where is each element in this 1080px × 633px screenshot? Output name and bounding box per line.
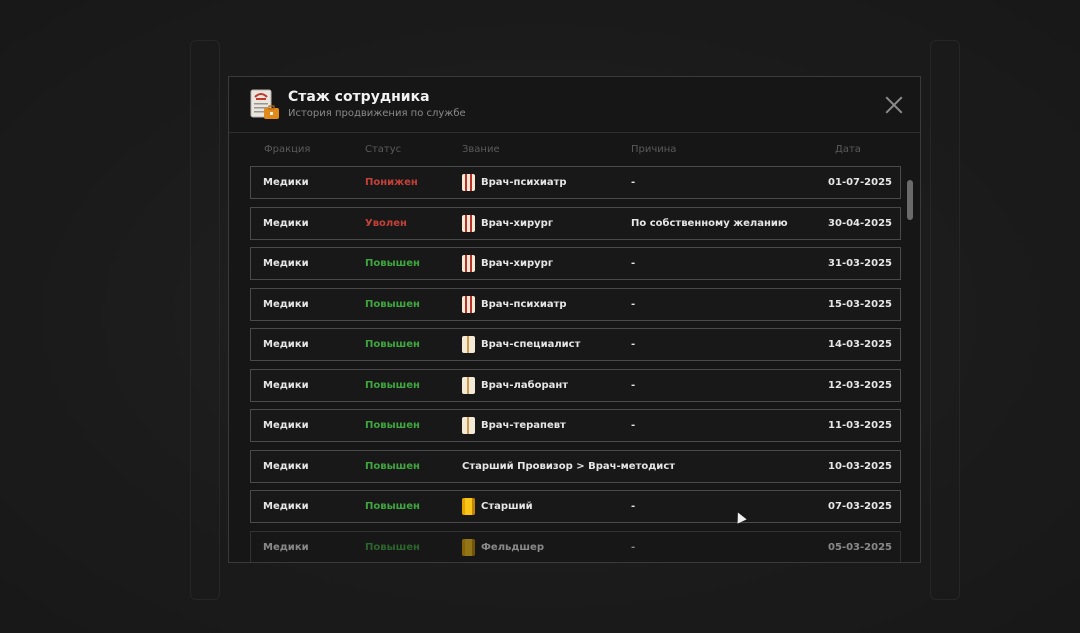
row-rank: Врач-психиатр: [462, 295, 567, 313]
row-date: 15-03-2025: [828, 298, 892, 310]
column-header-faction: Фракция: [264, 144, 311, 155]
row-reason: -: [631, 501, 636, 512]
table-row[interactable]: Медики Понижен Врач-психиатр - 01-07-202…: [250, 166, 901, 199]
row-date: 10-03-2025: [828, 460, 892, 472]
row-faction: Медики: [263, 217, 309, 229]
row-rank-label: Врач-хирург: [481, 258, 554, 269]
row-status: Повышен: [365, 339, 420, 350]
row-faction: Медики: [263, 501, 309, 512]
close-icon[interactable]: [884, 95, 904, 115]
plain-coat-icon: [462, 417, 475, 434]
row-date: 30-04-2025: [828, 217, 892, 229]
row-reason: -: [631, 339, 636, 350]
table-row[interactable]: Медики Повышен Врач-специалист - 14-03-2…: [250, 328, 901, 361]
row-reason: -: [631, 420, 636, 431]
row-rank-label: Врач-терапевт: [481, 420, 566, 431]
row-rank: Фельдшер: [462, 538, 544, 556]
row-status: Повышен: [365, 298, 420, 310]
row-faction: Медики: [263, 339, 309, 350]
column-header-status: Статус: [365, 144, 402, 155]
table-row[interactable]: Медики Повышен Фельдшер - 05-03-2025: [250, 530, 901, 562]
table-row[interactable]: Медики Повышен Старший Провизор > Врач-м…: [250, 449, 901, 483]
striped-coat-icon: [462, 255, 475, 272]
row-rank: Врач-хирург: [462, 214, 554, 232]
table-row[interactable]: Медики Повышен Врач-хирург - 31-03-2025: [250, 247, 901, 280]
row-rank-label: Фельдшер: [481, 541, 544, 553]
table-row[interactable]: Медики Повышен Врач-психиатр - 15-03-202…: [250, 287, 901, 321]
row-date: 14-03-2025: [828, 339, 892, 350]
modal-subtitle: История продвижения по службе: [288, 108, 466, 119]
background-panel-left: [190, 40, 220, 600]
row-status: Понижен: [365, 177, 418, 188]
table-row[interactable]: Медики Повышен Врач-лаборант - 12-03-202…: [250, 368, 901, 402]
row-status: Повышен: [365, 258, 420, 269]
modal-header: Стаж сотрудника История продвижения по с…: [229, 77, 920, 133]
row-rank-label: Врач-хирург: [481, 217, 554, 229]
row-reason: -: [631, 298, 636, 310]
row-rank: Врач-психиатр: [462, 174, 567, 191]
row-reason: -: [631, 379, 636, 391]
row-rank: Старший: [462, 498, 533, 515]
document-briefcase-icon: [250, 89, 279, 119]
gold-coat-icon: [462, 538, 475, 556]
row-rank-label: Старший: [481, 501, 533, 512]
row-status: Повышен: [365, 420, 420, 431]
row-status: Повышен: [365, 541, 420, 553]
plain-coat-icon: [462, 376, 475, 394]
row-rank: Врач-лаборант: [462, 376, 569, 394]
row-rank: Врач-терапевт: [462, 417, 566, 434]
table-row[interactable]: Медики Уволен Врач-хирург По собственном…: [250, 206, 901, 240]
modal-title: Стаж сотрудника: [288, 89, 430, 105]
row-rank-label: Врач-лаборант: [481, 379, 569, 391]
row-reason: -: [631, 177, 636, 188]
background-panel-right: [930, 40, 960, 600]
row-reason: -: [631, 258, 636, 269]
row-rank-label: Врач-специалист: [481, 339, 581, 350]
row-rank-label: Врач-психиатр: [481, 177, 567, 188]
striped-coat-icon: [462, 295, 475, 313]
row-faction: Медики: [263, 379, 309, 391]
row-faction: Медики: [263, 420, 309, 431]
row-date: 11-03-2025: [828, 420, 892, 431]
striped-coat-icon: [462, 174, 475, 191]
row-rank: Старший Провизор > Врач-методист: [462, 461, 675, 472]
table-row[interactable]: Медики Повышен Врач-терапевт - 11-03-202…: [250, 409, 901, 442]
row-reason: -: [631, 541, 636, 553]
row-date: 31-03-2025: [828, 258, 892, 269]
row-status: Повышен: [365, 460, 420, 472]
plain-coat-icon: [462, 336, 475, 353]
row-date: 05-03-2025: [828, 541, 892, 553]
row-faction: Медики: [263, 460, 309, 472]
striped-coat-icon: [462, 214, 475, 232]
row-rank: Врач-хирург: [462, 255, 553, 272]
table-row[interactable]: Медики Повышен Старший - 07-03-2025: [250, 490, 901, 523]
row-date: 12-03-2025: [828, 379, 892, 391]
row-status: Повышен: [365, 501, 420, 512]
row-rank-label: Врач-психиатр: [481, 298, 567, 310]
row-status: Уволен: [365, 217, 407, 229]
row-faction: Медики: [263, 258, 309, 269]
row-faction: Медики: [263, 541, 309, 553]
row-reason: По собственному желанию: [631, 217, 788, 229]
row-faction: Медики: [263, 177, 309, 188]
scrollbar-thumb[interactable]: [907, 180, 913, 220]
column-header-date: Дата: [835, 144, 861, 155]
row-status: Повышен: [365, 379, 420, 391]
column-header-rank: Звание: [462, 144, 500, 155]
row-rank: Врач-специалист: [462, 336, 580, 353]
row-faction: Медики: [263, 298, 309, 310]
row-rank-label: Старший Провизор > Врач-методист: [462, 460, 676, 472]
gold-coat-icon: [462, 498, 475, 515]
row-date: 07-03-2025: [828, 501, 892, 512]
employee-service-modal: Стаж сотрудника История продвижения по с…: [228, 76, 921, 563]
scrollbar-track[interactable]: [907, 177, 913, 562]
column-header-reason: Причина: [631, 144, 677, 155]
row-date: 01-07-2025: [828, 177, 892, 188]
